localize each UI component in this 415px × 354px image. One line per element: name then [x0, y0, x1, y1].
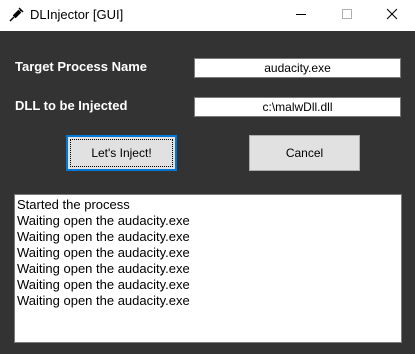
log-line: Waiting open the audacity.exe [17, 293, 190, 308]
target-process-input[interactable] [194, 58, 401, 78]
log-line: Waiting open the audacity.exe [17, 213, 190, 228]
window-title: DLInjector [GUI] [30, 7, 124, 22]
close-button[interactable] [369, 0, 415, 31]
focus-indicator [70, 139, 173, 167]
maximize-button[interactable] [324, 0, 370, 31]
maximize-icon [341, 7, 353, 25]
log-line: Waiting open the audacity.exe [17, 245, 190, 260]
app-window: DLInjector [GUI] Target Process Name DLL… [0, 0, 415, 354]
cancel-button[interactable]: Cancel [249, 135, 360, 171]
cancel-button-label: Cancel [285, 146, 324, 160]
log-line: Waiting open the audacity.exe [17, 261, 190, 276]
minimize-button[interactable] [278, 0, 324, 31]
log-line: Waiting open the audacity.exe [17, 277, 190, 292]
log-line: Started the process [17, 197, 130, 212]
log-output[interactable]: Started the process Waiting open the aud… [14, 194, 402, 343]
target-process-label: Target Process Name [15, 59, 147, 74]
syringe-icon [7, 6, 25, 24]
dll-path-input[interactable] [194, 97, 401, 117]
dll-path-label: DLL to be Injected [15, 98, 128, 113]
inject-button[interactable]: Let's Inject! [66, 135, 177, 171]
title-bar[interactable]: DLInjector [GUI] [0, 0, 415, 31]
log-line: Waiting open the audacity.exe [17, 229, 190, 244]
minimize-icon [295, 7, 307, 25]
close-icon [386, 7, 398, 25]
